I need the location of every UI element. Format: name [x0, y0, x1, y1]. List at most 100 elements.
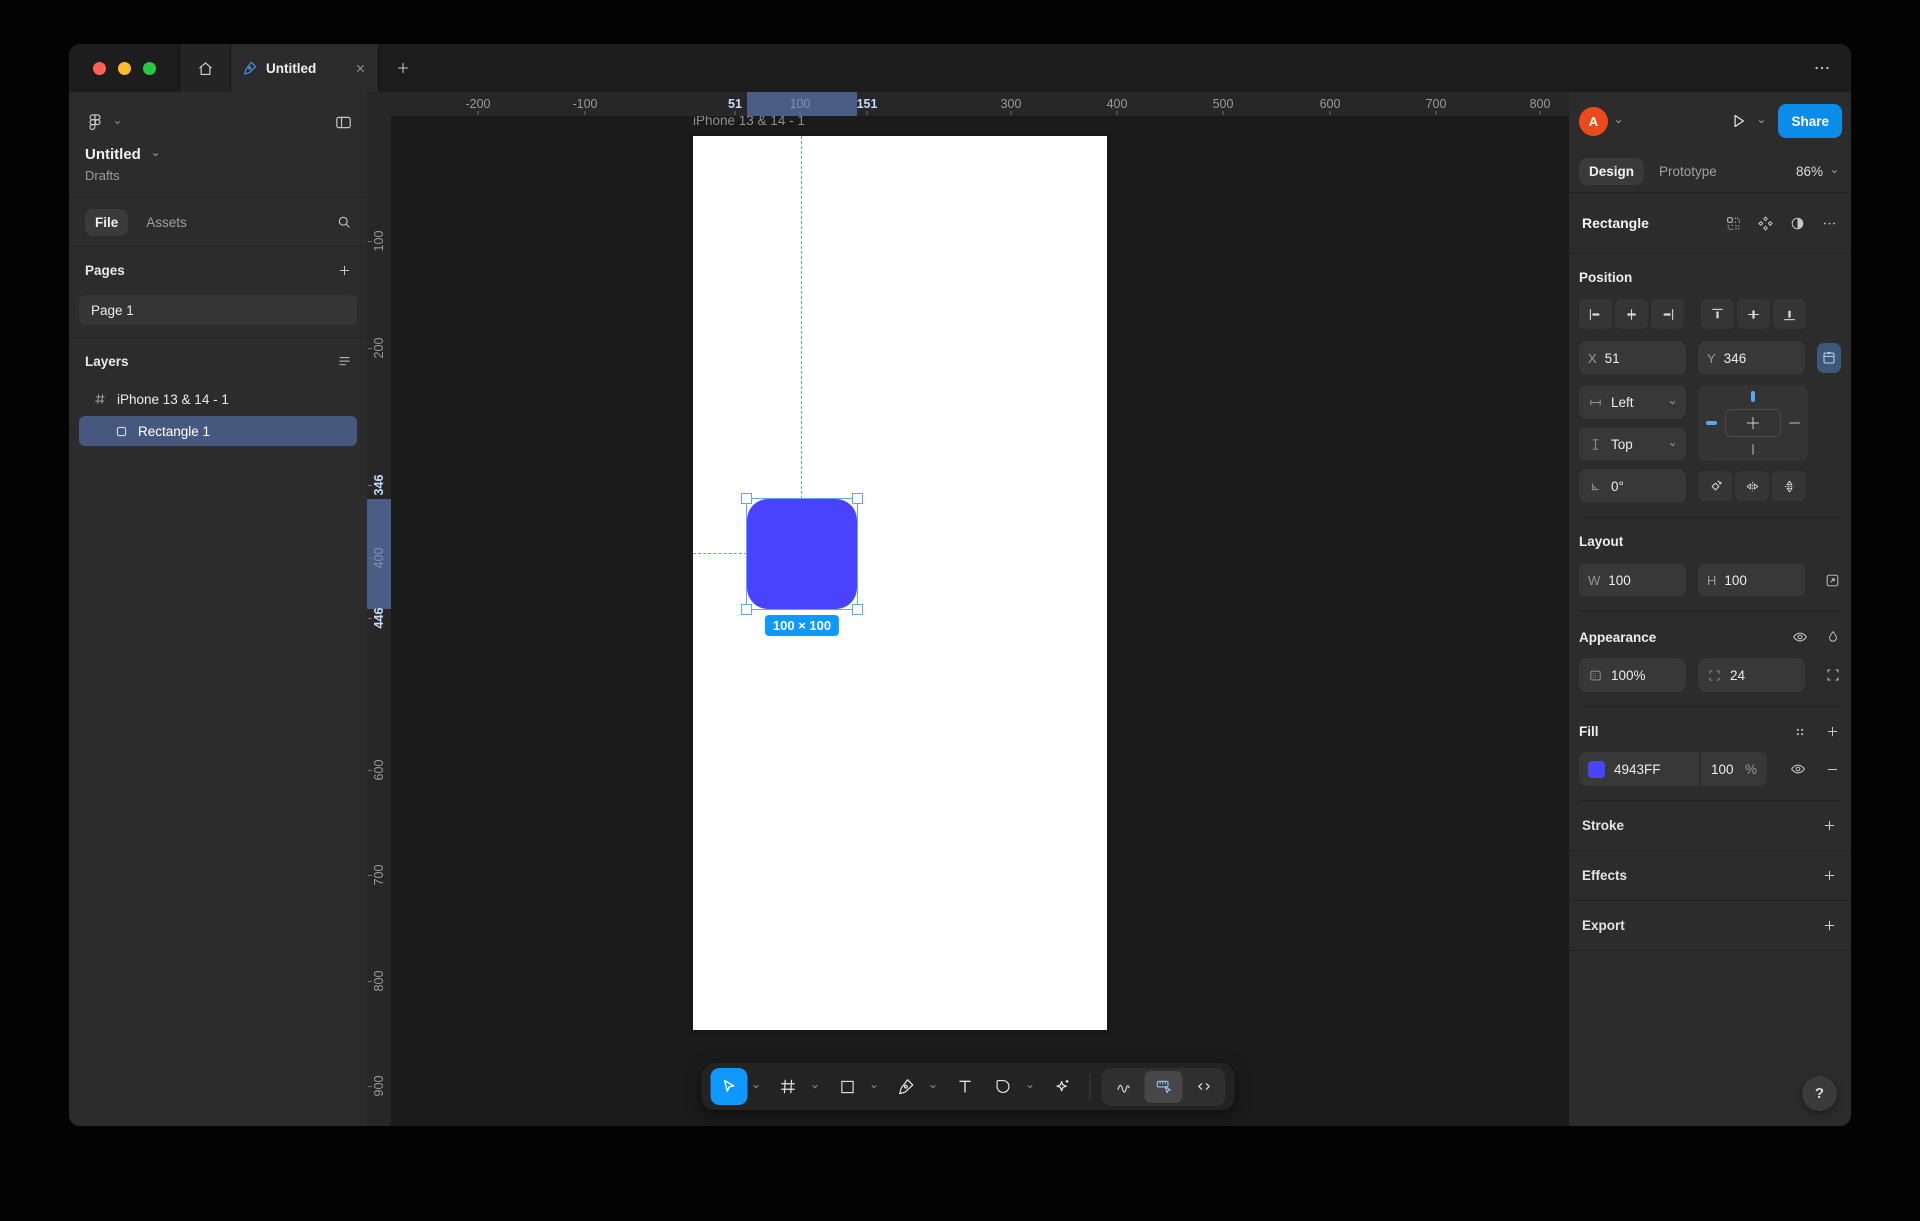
- project-name-menu[interactable]: Untitled: [69, 140, 367, 163]
- constraint-left-pin[interactable]: [1706, 421, 1717, 425]
- horizontal-constraint-select[interactable]: Left: [1579, 385, 1686, 419]
- page-item-label: Page 1: [91, 303, 134, 318]
- rotation-input[interactable]: 0°: [1579, 469, 1686, 503]
- account-menu-chevron[interactable]: [1614, 117, 1623, 126]
- y-position-input[interactable]: Y 346: [1698, 341, 1805, 375]
- tab-file[interactable]: File: [85, 209, 128, 236]
- page-item[interactable]: Page 1: [79, 295, 357, 325]
- minimize-window-button[interactable]: [118, 62, 131, 75]
- ruler-tick: [1540, 111, 1541, 115]
- resize-handle-top-left[interactable]: [741, 493, 752, 504]
- comment-tool-button[interactable]: [985, 1068, 1022, 1105]
- layer-item-rectangle-selected[interactable]: Rectangle 1: [79, 416, 357, 446]
- frame-tool-button[interactable]: [770, 1068, 807, 1105]
- tab-assets[interactable]: Assets: [146, 215, 187, 230]
- new-tab-button[interactable]: [379, 44, 427, 92]
- blend-droplet-icon[interactable]: [1825, 629, 1841, 645]
- add-stroke-button[interactable]: [1821, 817, 1838, 834]
- move-tool-button[interactable]: [711, 1068, 748, 1105]
- search-button[interactable]: [335, 213, 353, 231]
- resize-handle-top-right[interactable]: [852, 493, 863, 504]
- opacity-input[interactable]: 100%: [1579, 658, 1686, 692]
- shape-tool-menu-chevron[interactable]: [867, 1068, 881, 1105]
- mask-icon[interactable]: [1789, 215, 1806, 232]
- move-tool-menu-chevron[interactable]: [749, 1068, 763, 1105]
- independent-corners-button[interactable]: [1825, 667, 1841, 683]
- shape-tool-button[interactable]: [829, 1068, 866, 1105]
- fill-color-swatch[interactable]: [1588, 761, 1605, 778]
- flip-vertical-button[interactable]: [1772, 471, 1806, 501]
- remove-fill-button[interactable]: [1824, 761, 1841, 778]
- pen-tool-menu-chevron[interactable]: [926, 1068, 940, 1105]
- edit-properties-icon[interactable]: [1725, 215, 1742, 232]
- close-tab-icon[interactable]: [354, 62, 367, 75]
- constraints-widget[interactable]: [1698, 385, 1808, 461]
- constrain-proportions-button[interactable]: [1824, 572, 1841, 589]
- home-button[interactable]: [179, 44, 231, 92]
- present-button[interactable]: [1728, 111, 1748, 131]
- avatar[interactable]: A: [1579, 107, 1608, 136]
- resize-handle-bottom-right[interactable]: [852, 604, 863, 615]
- align-bottom-button[interactable]: [1773, 299, 1806, 329]
- text-tool-button[interactable]: [947, 1068, 984, 1105]
- share-button[interactable]: Share: [1778, 104, 1842, 138]
- height-input[interactable]: H 100: [1698, 563, 1805, 597]
- visibility-eye-icon[interactable]: [1791, 628, 1809, 646]
- actions-tool-button[interactable]: [1044, 1068, 1081, 1105]
- fill-hex-value: 4943FF: [1614, 762, 1661, 777]
- flip-horizontal-button[interactable]: [1735, 471, 1769, 501]
- zoom-level: 86%: [1796, 164, 1823, 179]
- file-tab[interactable]: Untitled: [231, 44, 379, 92]
- add-export-button[interactable]: [1821, 917, 1838, 934]
- zoom-window-button[interactable]: [143, 62, 156, 75]
- tab-design[interactable]: Design: [1579, 158, 1644, 185]
- constraint-top-pin[interactable]: [1751, 391, 1755, 402]
- main-menu-button[interactable]: [85, 112, 122, 132]
- resize-handle-bottom-left[interactable]: [741, 604, 752, 615]
- help-button[interactable]: ?: [1802, 1076, 1837, 1111]
- frame-tool-menu-chevron[interactable]: [808, 1068, 822, 1105]
- add-page-button[interactable]: [336, 262, 353, 279]
- figma-logo-icon: [85, 112, 105, 132]
- zoom-menu[interactable]: 86%: [1796, 164, 1839, 179]
- appearance-header: Appearance: [1579, 630, 1656, 645]
- figma-window: Untitled: [69, 44, 1851, 1126]
- align-horizontal-center-button[interactable]: [1615, 299, 1648, 329]
- comment-tool-menu-chevron[interactable]: [1023, 1068, 1037, 1105]
- pen-tool-button[interactable]: [888, 1068, 925, 1105]
- align-top-button[interactable]: [1701, 299, 1734, 329]
- absolute-position-toggle[interactable]: [1817, 343, 1841, 373]
- canvas[interactable]: iPhone 13 & 14 - 1 100 × 100 -200-100511…: [367, 92, 1569, 1126]
- constraint-right-pin[interactable]: [1789, 422, 1800, 424]
- tab-prototype[interactable]: Prototype: [1659, 164, 1717, 179]
- align-right-button[interactable]: [1651, 299, 1684, 329]
- constraint-bottom-pin[interactable]: [1752, 444, 1754, 455]
- corner-radius-input[interactable]: 24: [1698, 658, 1805, 692]
- ruler-left-label: 200: [372, 336, 386, 360]
- ruler-left-label: 700: [372, 863, 386, 887]
- align-vertical-center-button[interactable]: [1737, 299, 1770, 329]
- layer-list-options-icon[interactable]: [336, 353, 353, 370]
- width-input[interactable]: W 100: [1579, 563, 1686, 597]
- styles-icon[interactable]: [1792, 724, 1808, 740]
- add-fill-button[interactable]: [1824, 723, 1841, 740]
- rotate-90-button[interactable]: [1698, 471, 1732, 501]
- fill-opacity-value: 100: [1711, 762, 1734, 777]
- present-menu-chevron[interactable]: [1757, 117, 1766, 126]
- layer-item-frame[interactable]: iPhone 13 & 14 - 1: [69, 384, 367, 414]
- measure-tool-button[interactable]: [1145, 1071, 1183, 1103]
- vertical-constraint-select[interactable]: Top: [1579, 427, 1686, 461]
- more-options-icon[interactable]: [1821, 215, 1838, 232]
- fill-visibility-eye-icon[interactable]: [1789, 760, 1807, 778]
- window-menu-button[interactable]: [1793, 44, 1851, 92]
- annotate-tool-button[interactable]: [1105, 1071, 1143, 1103]
- component-icon[interactable]: [1757, 215, 1774, 232]
- add-effect-button[interactable]: [1821, 867, 1838, 884]
- align-left-button[interactable]: [1579, 299, 1612, 329]
- toggle-sidebar-button[interactable]: [334, 113, 353, 132]
- dev-mode-code-button[interactable]: [1185, 1071, 1223, 1103]
- fill-color-input[interactable]: 4943FF: [1579, 752, 1699, 786]
- close-window-button[interactable]: [93, 62, 106, 75]
- x-position-input[interactable]: X 51: [1579, 341, 1686, 375]
- fill-opacity-input[interactable]: 100 %: [1701, 752, 1767, 786]
